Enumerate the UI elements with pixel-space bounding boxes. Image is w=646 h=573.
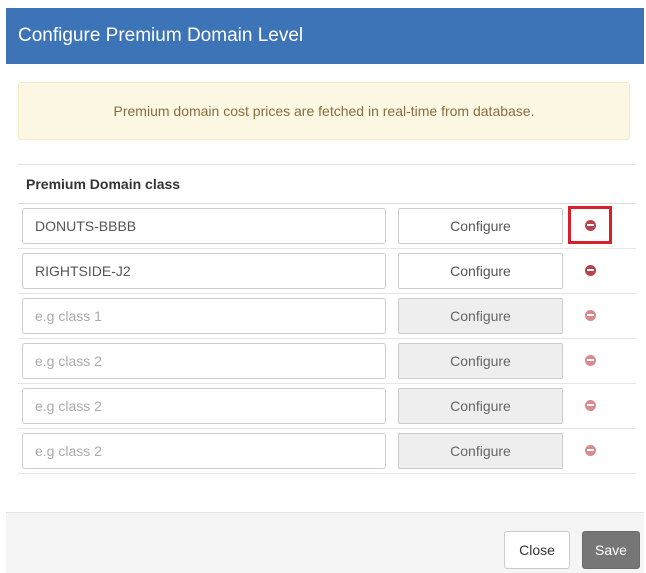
configure-button[interactable]: Configure <box>398 208 563 244</box>
configure-button[interactable]: Configure <box>398 388 563 424</box>
domain-class-row: Configure <box>18 429 636 474</box>
remove-row-button[interactable] <box>568 251 612 289</box>
configure-button[interactable]: Configure <box>398 343 563 379</box>
remove-row-button[interactable] <box>568 296 612 334</box>
domain-class-input[interactable] <box>22 388 386 424</box>
minus-circle-icon <box>584 219 596 231</box>
domain-class-row: Configure <box>18 204 636 249</box>
domain-class-input[interactable] <box>22 343 386 379</box>
domain-class-input[interactable] <box>22 253 386 289</box>
modal-title: Configure Premium Domain Level <box>6 8 644 64</box>
premium-domain-class-heading: Premium Domain class <box>26 176 181 192</box>
configure-button[interactable]: Configure <box>398 433 563 469</box>
remove-row-button[interactable] <box>568 431 612 469</box>
domain-class-row: Configure <box>18 294 636 339</box>
domain-class-row: Configure <box>18 339 636 384</box>
domain-class-input[interactable] <box>22 298 386 334</box>
remove-row-button[interactable] <box>568 341 612 379</box>
divider <box>18 164 636 165</box>
remove-row-button[interactable] <box>568 386 612 424</box>
configure-button[interactable]: Configure <box>398 298 563 334</box>
minus-circle-icon <box>584 264 596 276</box>
info-alert: Premium domain cost prices are fetched i… <box>18 82 630 140</box>
minus-circle-icon <box>584 354 596 366</box>
domain-class-input[interactable] <box>22 208 386 244</box>
configure-button[interactable]: Configure <box>398 253 563 289</box>
minus-circle-icon <box>584 444 596 456</box>
remove-row-button[interactable] <box>568 206 612 244</box>
modal-footer: Close Save <box>6 512 644 573</box>
domain-class-row: Configure <box>18 384 636 429</box>
configure-premium-domain-modal: Configure Premium Domain Level Premium d… <box>6 8 644 573</box>
save-button[interactable]: Save <box>582 531 640 569</box>
minus-circle-icon <box>584 309 596 321</box>
minus-circle-icon <box>584 399 596 411</box>
domain-class-row: Configure <box>18 249 636 294</box>
close-button[interactable]: Close <box>504 531 570 569</box>
domain-class-input[interactable] <box>22 433 386 469</box>
